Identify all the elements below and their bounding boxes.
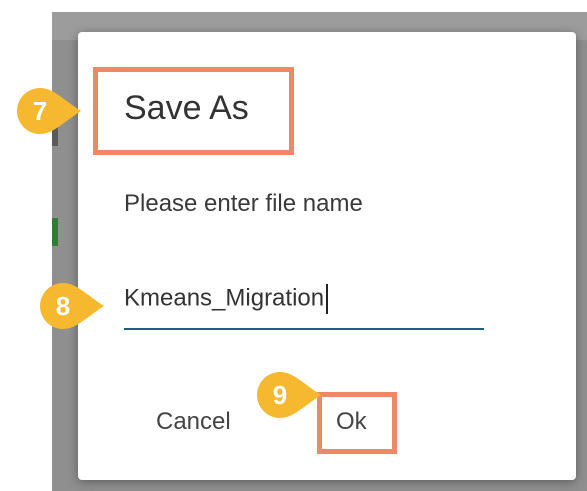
text-cursor [326,284,329,314]
ok-highlight-box [317,392,397,454]
title-highlight-box [93,67,294,155]
callout-marker-7: 7 [17,88,81,134]
callout-number-8: 8 [55,290,71,321]
callout-marker-9: 9 [257,372,321,418]
file-name-prompt: Please enter file name [124,190,363,217]
file-name-value: Kmeans_Migration [124,284,325,312]
cancel-button[interactable]: Cancel [156,408,231,436]
callout-number-9: 9 [272,379,288,410]
file-name-input[interactable]: Kmeans_Migration [124,284,484,330]
background-status-indicator [52,218,58,246]
callout-number-7: 7 [32,95,48,126]
callout-marker-8: 8 [40,283,104,329]
